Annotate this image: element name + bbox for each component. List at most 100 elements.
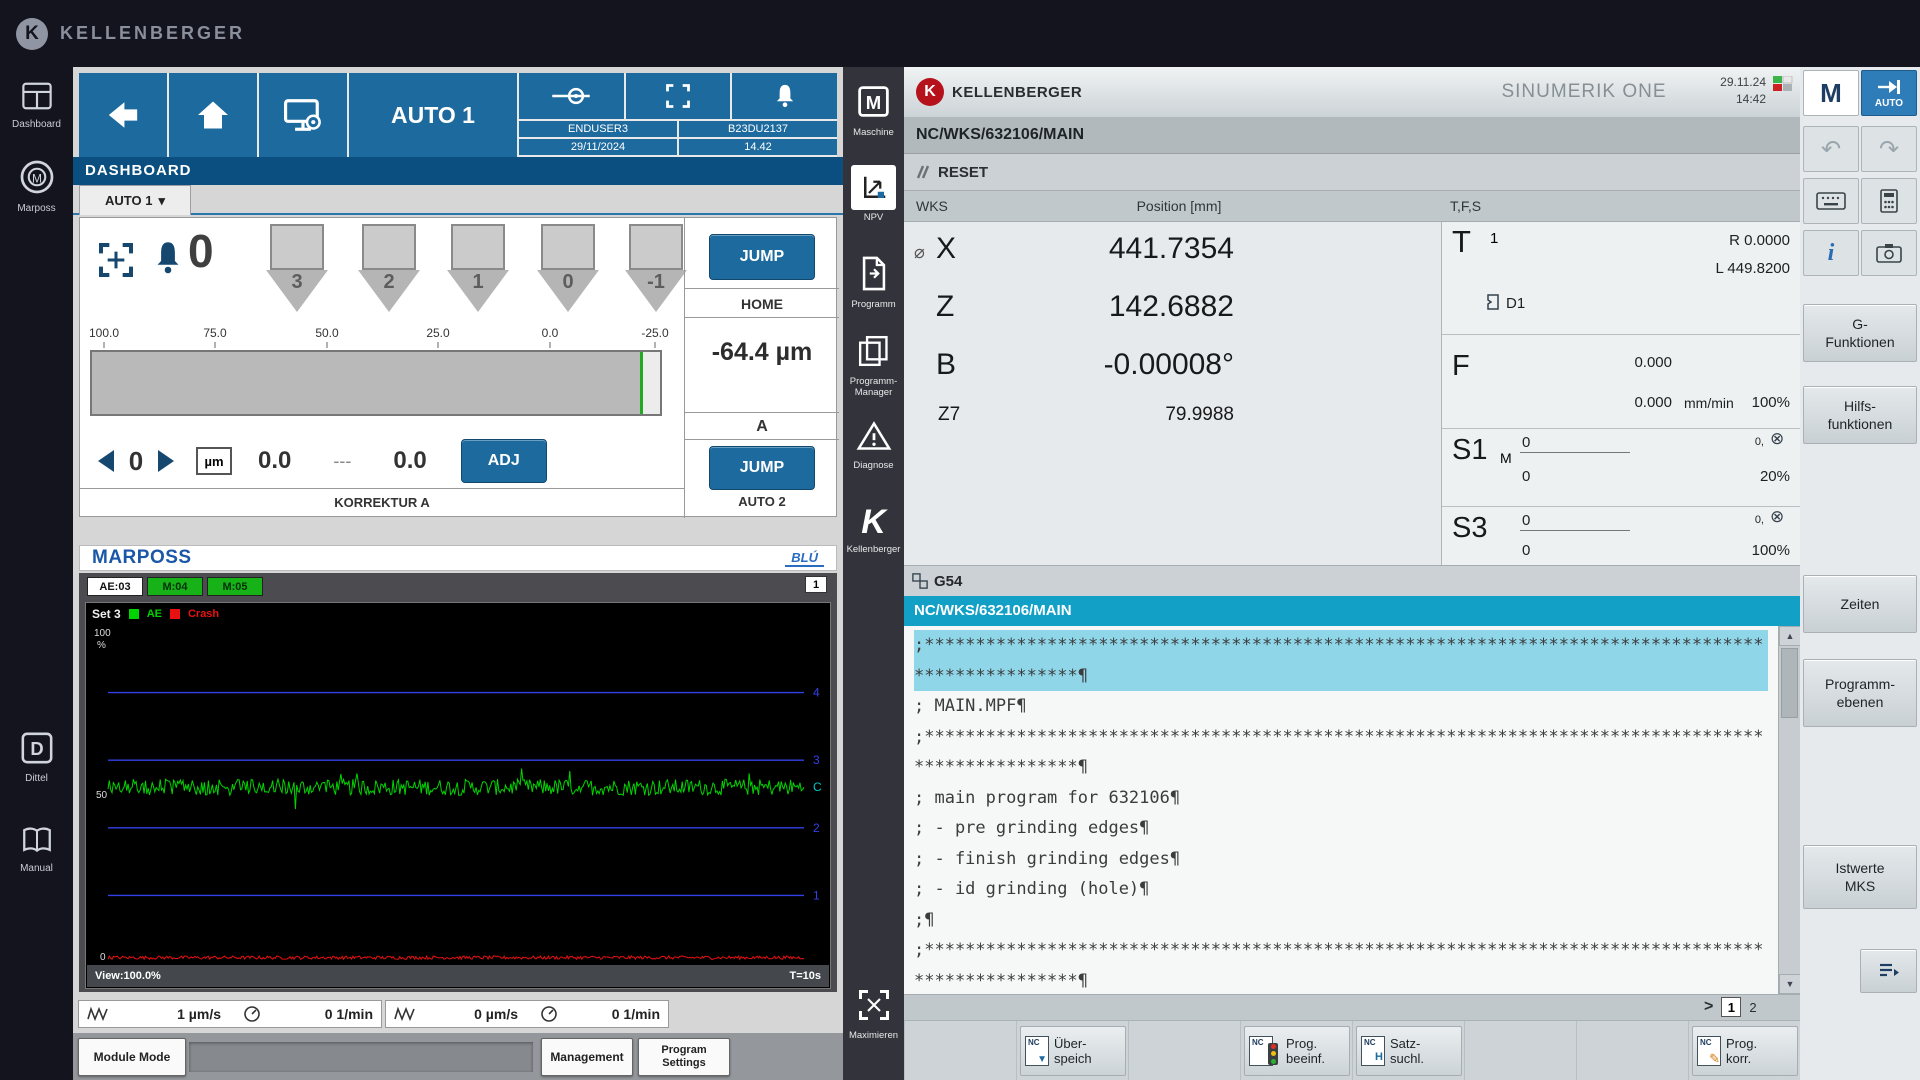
softkey-ueberspeichern[interactable]: NC▼ Über-speich bbox=[1020, 1026, 1126, 1076]
svg-text:1: 1 bbox=[813, 888, 820, 902]
frame-select-button[interactable] bbox=[626, 73, 731, 119]
program-line[interactable]: ; MAIN.MPF¶ bbox=[914, 691, 1768, 722]
dashboard-title-bar: DASHBOARD bbox=[73, 157, 843, 185]
rail-item-npv[interactable]: NPV bbox=[843, 165, 904, 223]
program-line[interactable]: ;***************************************… bbox=[914, 630, 1768, 691]
svg-text:2: 2 bbox=[813, 821, 820, 835]
softkey-prog-beeinflussung[interactable]: NC Prog.beeinf. bbox=[1244, 1026, 1350, 1076]
frame-corners-icon bbox=[663, 82, 693, 110]
keyboard-icon bbox=[1816, 192, 1846, 210]
status-strip bbox=[189, 1042, 533, 1072]
home-button[interactable] bbox=[169, 73, 257, 157]
rail-item-maximieren[interactable]: Maximieren bbox=[843, 987, 904, 1041]
unit-selector[interactable]: µm bbox=[196, 447, 232, 475]
pager-page-2[interactable]: 2 bbox=[1749, 1000, 1756, 1015]
maximize-icon bbox=[856, 987, 892, 1023]
softkey-zeiten[interactable]: Zeiten bbox=[1803, 575, 1917, 633]
nck-datetime: 29.11.24 14:42 bbox=[1700, 74, 1766, 108]
back-button[interactable] bbox=[79, 73, 167, 157]
screen-settings-button[interactable] bbox=[259, 73, 347, 157]
virtual-keyboard-button[interactable] bbox=[1803, 178, 1859, 224]
chart-plot: 4321C100%500 bbox=[92, 625, 826, 963]
rail-item-kellenberger[interactable]: K Kellenberger bbox=[843, 503, 904, 555]
softkey-satzsuchlauf[interactable]: NCH Satz-suchl. bbox=[1356, 1026, 1462, 1076]
redo-button[interactable]: ↷ bbox=[1861, 126, 1917, 172]
info-button[interactable]: i bbox=[1803, 230, 1859, 276]
pager-next-icon[interactable]: > bbox=[1704, 998, 1713, 1016]
channel-ae03-button[interactable]: AE:03 bbox=[87, 577, 143, 596]
nck-date: 29.11.24 bbox=[1700, 74, 1766, 91]
program-line[interactable]: ; - finish grinding edges¶ bbox=[914, 844, 1768, 875]
program-line[interactable]: ; main program for 632106¶ bbox=[914, 783, 1768, 814]
hmi-nav-bar: AUTO 1 ENDUSER3 B23DU2137 bbox=[79, 73, 837, 157]
svg-text:4: 4 bbox=[813, 686, 820, 700]
hmi-bottom-bar: Module Mode Management Program Settings bbox=[73, 1033, 843, 1080]
mode-title: AUTO 1 bbox=[349, 73, 517, 157]
module-mode-button[interactable]: Module Mode bbox=[78, 1038, 186, 1076]
top-brand: KELLENBERGER bbox=[60, 23, 245, 44]
sidebar-item-manual[interactable]: Manual bbox=[0, 825, 73, 874]
jump-home-button[interactable]: JUMP bbox=[709, 234, 815, 280]
dashboard-icon bbox=[20, 81, 54, 111]
scroll-down-icon[interactable]: ▼ bbox=[1779, 974, 1801, 994]
program-line[interactable]: ;¶ bbox=[914, 905, 1768, 936]
channel-m04-button[interactable]: M:04 bbox=[147, 577, 203, 596]
softkey-g-funktionen[interactable]: G-Funktionen bbox=[1803, 304, 1917, 362]
rail-item-programm[interactable]: Programm bbox=[843, 255, 904, 310]
sidebar-item-dashboard[interactable]: Dashboard bbox=[0, 81, 73, 130]
block-list-button[interactable] bbox=[1860, 949, 1917, 993]
softkey-programmebenen[interactable]: Programm-ebenen bbox=[1803, 659, 1917, 727]
program-scrollbar[interactable]: ▲ ▼ bbox=[1778, 626, 1800, 994]
management-button[interactable]: Management bbox=[541, 1038, 633, 1076]
nav-status-block: ENDUSER3 B23DU2137 29/11/2024 14.42 bbox=[519, 73, 837, 157]
calculator-button[interactable] bbox=[1861, 178, 1917, 224]
kellenberger-logo-icon: K bbox=[16, 18, 48, 50]
program-line[interactable]: ; - pre grinding edges¶ bbox=[914, 813, 1768, 844]
increment-arrow[interactable] bbox=[158, 450, 174, 472]
progress-fill bbox=[92, 352, 640, 414]
program-line[interactable]: ;***************************************… bbox=[914, 722, 1768, 783]
chart-legend-label: AE bbox=[147, 608, 162, 620]
dresser-tool-icon bbox=[551, 83, 591, 109]
kellenberger-k-icon: K bbox=[843, 503, 904, 542]
rail-item-diagnose[interactable]: Diagnose bbox=[843, 419, 904, 471]
auto-mode-button[interactable]: AUTO bbox=[1861, 70, 1917, 116]
softkey-hilfsfunktionen[interactable]: Hilfs-funktionen bbox=[1803, 386, 1917, 444]
program-line[interactable]: ;***************************************… bbox=[914, 935, 1768, 994]
spindle3-override: 100% bbox=[1442, 542, 1790, 559]
position-readout: -64.4 µm bbox=[685, 322, 839, 382]
program-line[interactable]: ; - id grinding (hole)¶ bbox=[914, 874, 1768, 905]
scale-axis: 100.0 75.0 50.0 25.0 0.0 -25.0 bbox=[80, 326, 684, 350]
alarm-bell-button[interactable] bbox=[732, 73, 837, 119]
softkey-prog-korrektur[interactable]: NC✎ Prog.korr. bbox=[1692, 1026, 1798, 1076]
undo-button[interactable]: ↶ bbox=[1803, 126, 1859, 172]
svg-text:M: M bbox=[866, 92, 881, 113]
tool-length: L 449.8200 bbox=[1442, 260, 1790, 277]
info-icon: i bbox=[1828, 240, 1835, 267]
screenshot-button[interactable] bbox=[1861, 230, 1917, 276]
adj-button[interactable]: ADJ bbox=[461, 439, 547, 483]
dresser-tool-button[interactable] bbox=[519, 73, 624, 119]
chart-legend-label: Crash bbox=[188, 608, 219, 620]
area-switch-rail: M Maschine NPV Programm Programm-Manager… bbox=[843, 67, 904, 1080]
softkey-istwerte-mks[interactable]: IstwerteMKS bbox=[1803, 845, 1917, 909]
scrollbar-thumb[interactable] bbox=[1781, 648, 1798, 718]
softkey-pager: > 1 2 bbox=[904, 994, 1800, 1020]
rail-item-maschine[interactable]: M Maschine bbox=[843, 83, 904, 138]
jump-auto2-button[interactable]: JUMP bbox=[709, 446, 815, 490]
program-editor[interactable]: ;***************************************… bbox=[904, 626, 1778, 994]
channel-m05-button[interactable]: M:05 bbox=[207, 577, 263, 596]
pager-page-1[interactable]: 1 bbox=[1721, 997, 1741, 1017]
sidebar-item-dittel[interactable]: D Dittel bbox=[0, 731, 73, 784]
svg-text:%: % bbox=[97, 640, 106, 651]
tab-auto1[interactable]: AUTO 1▾ bbox=[79, 185, 191, 215]
sidebar-item-marposs[interactable]: M Marposs bbox=[0, 159, 73, 214]
rail-item-programm-manager[interactable]: Programm-Manager bbox=[843, 333, 904, 398]
speed-1: 0 1/min bbox=[267, 1006, 373, 1022]
pin-frame-icon bbox=[96, 240, 136, 280]
scroll-up-icon[interactable]: ▲ bbox=[1779, 626, 1801, 646]
program-settings-button[interactable]: Program Settings bbox=[638, 1038, 730, 1076]
channel-status-icon bbox=[1773, 76, 1793, 92]
machine-area-button[interactable]: M bbox=[1803, 70, 1859, 116]
decrement-arrow[interactable] bbox=[98, 450, 114, 472]
